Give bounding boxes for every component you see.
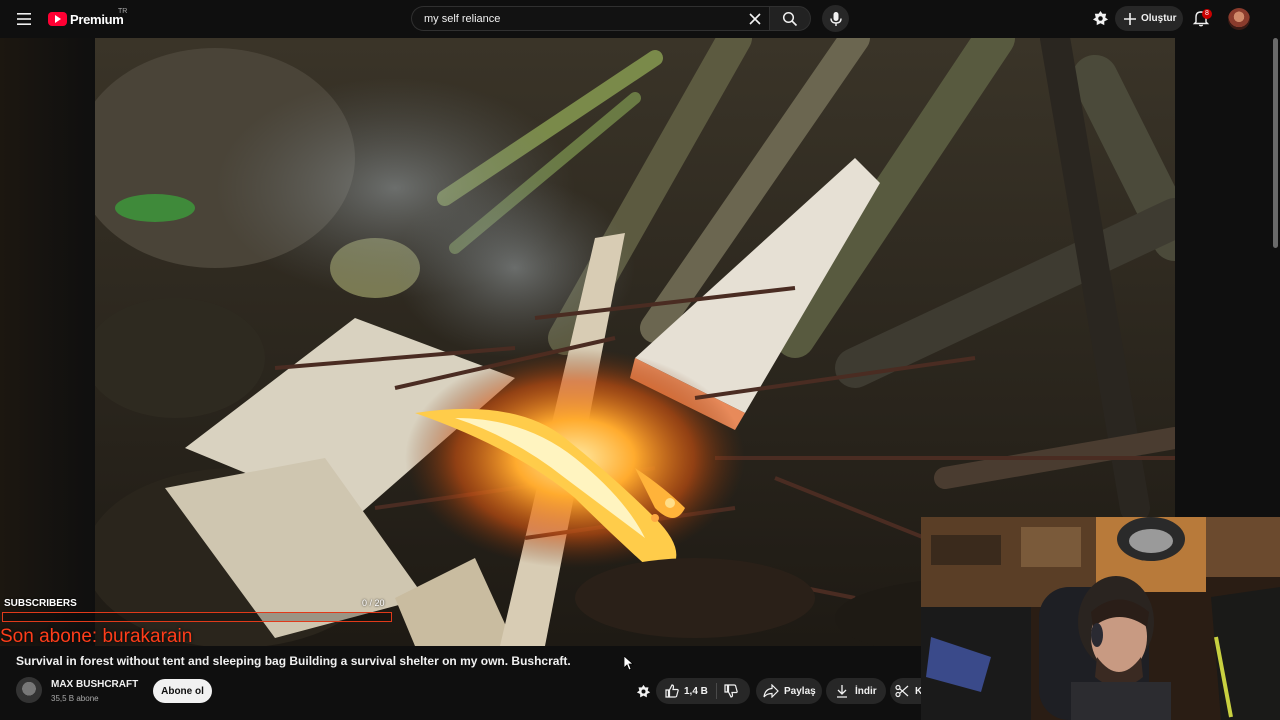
channel-subscriber-count: 35,5 B abone <box>51 694 99 703</box>
last-subscriber-text: Son abone: burakarain <box>0 626 193 647</box>
download-button[interactable]: İndir <box>826 678 886 704</box>
subscribers-goal-count: 0 / 20 <box>362 598 385 608</box>
like-dislike-group: 1,4 B <box>656 678 750 704</box>
share-label: Paylaş <box>784 685 816 697</box>
logo-text: Premium <box>70 11 124 27</box>
channel-avatar[interactable] <box>16 677 42 703</box>
mouse-cursor-icon <box>624 656 634 670</box>
voice-search-button[interactable] <box>822 5 849 32</box>
create-label: Oluştur <box>1141 13 1177 24</box>
masthead: Premium TR Oluştur 8 <box>0 0 1280 38</box>
download-icon <box>837 685 847 698</box>
plus-icon <box>1124 12 1136 25</box>
subscribers-goal-label: SUBSCRIBERS <box>4 598 77 609</box>
youtube-logo[interactable]: Premium <box>48 9 124 29</box>
clear-icon[interactable] <box>747 11 763 27</box>
cast-icon[interactable] <box>1092 10 1109 27</box>
scrollbar-thumb[interactable] <box>1273 38 1278 248</box>
notification-badge: 8 <box>1202 9 1212 19</box>
search-button[interactable] <box>769 6 811 31</box>
scissors-icon <box>895 684 909 698</box>
create-button[interactable]: Oluştur <box>1115 6 1183 31</box>
mic-icon <box>829 11 842 26</box>
like-count: 1,4 B <box>684 685 708 697</box>
like-separator <box>715 683 717 699</box>
subscribe-button[interactable]: Abone ol <box>153 679 212 703</box>
menu-icon[interactable] <box>14 9 34 29</box>
video-backdrop-left <box>0 38 95 646</box>
subscribers-goal-bar <box>2 612 392 622</box>
download-label: İndir <box>855 685 877 697</box>
search-box <box>411 6 769 31</box>
like-button[interactable]: 1,4 B <box>656 684 708 698</box>
share-icon <box>763 684 779 698</box>
video-title: Survival in forest without tent and slee… <box>16 654 571 668</box>
search-icon <box>782 11 798 26</box>
like-icon <box>665 684 679 698</box>
logo-region: TR <box>118 8 128 15</box>
streamer-webcam <box>921 517 1280 720</box>
webcam-frame <box>921 517 1280 720</box>
dislike-icon[interactable] <box>724 684 738 698</box>
channel-name[interactable]: MAX BUSHCRAFT <box>51 679 138 690</box>
cast-icon[interactable] <box>636 684 651 699</box>
search-input[interactable] <box>424 7 724 30</box>
account-avatar[interactable] <box>1228 8 1250 30</box>
youtube-logo-icon <box>48 12 67 26</box>
share-button[interactable]: Paylaş <box>756 678 822 704</box>
